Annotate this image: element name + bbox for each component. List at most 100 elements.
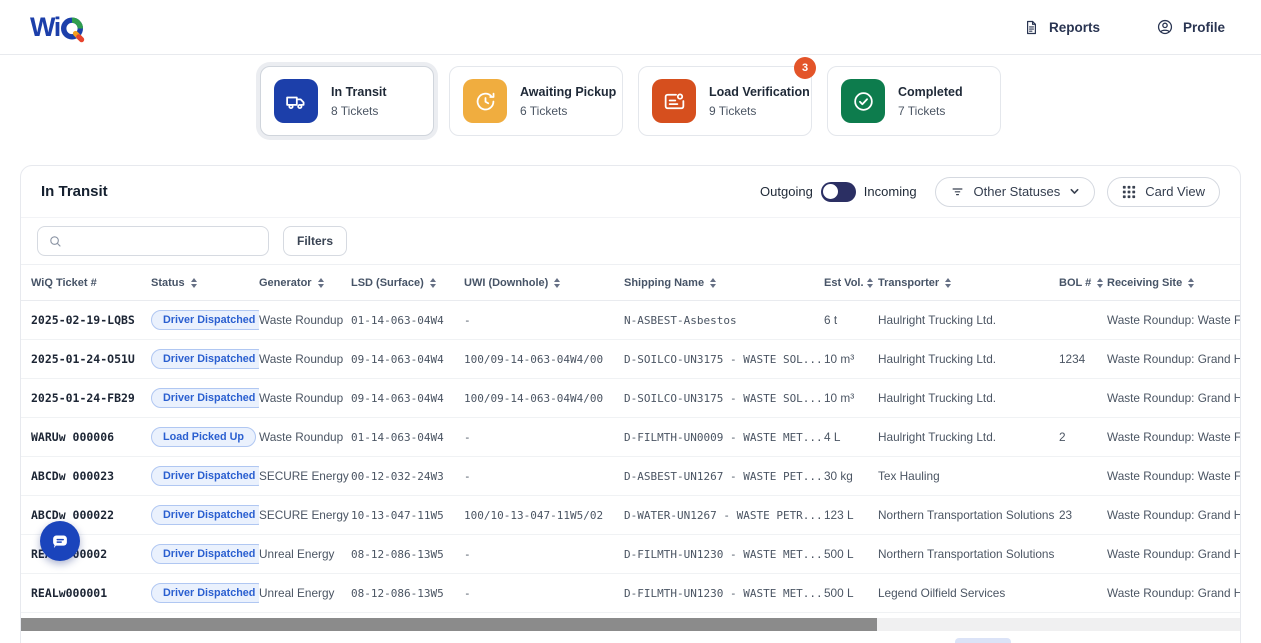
- column-header-label: BOL #: [1059, 276, 1092, 289]
- other-statuses-button[interactable]: Other Statuses: [934, 176, 1096, 207]
- cell-generator: SECURE Energy: [259, 469, 349, 483]
- column-header[interactable]: Transporter: [878, 277, 1059, 289]
- card-count: 9 Tickets: [709, 103, 757, 118]
- table-row[interactable]: ABCDw 000023 Driver Dispatched SECURE En…: [21, 457, 1240, 496]
- column-header[interactable]: BOL #: [1059, 277, 1107, 289]
- cell-lsd: 00-12-032-24W3: [351, 469, 444, 483]
- cell-ticket: REALw000001: [31, 586, 108, 600]
- cell-status: Driver Dispatched: [151, 310, 259, 330]
- card-label: Completed: [898, 84, 963, 99]
- profile-nav-item[interactable]: Profile: [1156, 18, 1225, 36]
- card-count: 7 Tickets: [898, 103, 946, 118]
- grid-view-icon: [1123, 185, 1136, 198]
- sort-icon: [554, 277, 561, 288]
- column-header: WiQ Ticket #: [31, 277, 151, 289]
- cell-uwi: -: [464, 547, 471, 561]
- column-header[interactable]: LSD (Surface): [351, 277, 464, 289]
- table-row[interactable]: REALw000001 Driver Dispatched Unreal Ene…: [21, 574, 1240, 613]
- horizontal-scrollbar-track[interactable]: [21, 618, 1240, 631]
- cell-transporter: Legend Oilfield Services: [878, 586, 1006, 600]
- reports-icon: [1026, 20, 1036, 34]
- sort-icon: [945, 277, 952, 288]
- column-header-label: Status: [151, 276, 185, 289]
- reports-nav-item[interactable]: Reports: [1023, 19, 1100, 36]
- cell-transporter: Haulright Trucking Ltd.: [878, 430, 997, 444]
- column-header[interactable]: Est Vol.: [824, 277, 878, 289]
- top-nav: Reports Profile: [1023, 18, 1225, 36]
- table-row[interactable]: WARUw 000006 Load Picked Up Waste Roundu…: [21, 418, 1240, 457]
- card-count: 8 Tickets: [331, 103, 379, 118]
- column-header-label: Generator: [259, 276, 312, 289]
- clock-history-icon: [463, 79, 507, 123]
- card-completed[interactable]: Completed 7 Tickets: [827, 66, 1001, 136]
- profile-icon: [1157, 19, 1173, 35]
- cell-uwi: -: [464, 469, 471, 483]
- horizontal-scrollbar-thumb[interactable]: [21, 618, 877, 631]
- cell-bol: 1234: [1059, 352, 1086, 366]
- cell-shipping-name: D-WATER-UN1267 - WASTE PETR...: [624, 508, 823, 522]
- direction-toggle[interactable]: [820, 181, 856, 202]
- column-header[interactable]: Status: [151, 277, 259, 289]
- cell-lsd: 09-14-063-04W4: [351, 352, 444, 366]
- cell-status: Driver Dispatched: [151, 505, 259, 525]
- card-in-transit[interactable]: In Transit 8 Tickets: [260, 66, 434, 136]
- cell-shipping-name: D-FILMTH-UN1230 - WASTE MET...: [624, 586, 823, 600]
- table-row[interactable]: ABCDw 000022 Driver Dispatched SECURE En…: [21, 496, 1240, 535]
- page-title: In Transit: [41, 183, 108, 200]
- cell-uwi: -: [464, 430, 471, 444]
- card-label: Load Verification: [709, 84, 810, 99]
- panel-header: In Transit Outgoing Incoming Other Statu…: [21, 166, 1240, 218]
- cell-est-vol: 6 t: [824, 313, 838, 327]
- filters-button[interactable]: Filters: [283, 226, 348, 256]
- cell-generator: SECURE Energy: [259, 508, 349, 522]
- column-header[interactable]: UWI (Downhole): [464, 277, 624, 289]
- search-input[interactable]: [70, 234, 258, 248]
- cell-ticket: 2025-01-24-O51U: [31, 352, 135, 366]
- ticket-summary-cards: In Transit 8 Tickets Awaiting Pickup 6 T…: [0, 57, 1261, 136]
- cell-generator: Waste Roundup: [259, 430, 344, 444]
- card-view-button[interactable]: Card View: [1107, 176, 1220, 207]
- cell-generator: Unreal Energy: [259, 586, 335, 600]
- cell-generator: Waste Roundup: [259, 391, 344, 405]
- cell-receiving-site: Waste Roundup: Grand Hav: [1107, 391, 1241, 405]
- profile-label: Profile: [1182, 19, 1225, 35]
- wiq-logo: WiQ Wi: [30, 10, 86, 45]
- reports-label: Reports: [1048, 19, 1100, 35]
- cell-shipping-name: D-FILMTH-UN0009 - WASTE MET...: [624, 430, 823, 444]
- column-header[interactable]: Receiving Site: [1107, 277, 1240, 289]
- chat-launcher-button[interactable]: [40, 521, 80, 561]
- cell-uwi: 100/10-13-047-11W5/02: [464, 508, 604, 522]
- toggle-knob: [823, 184, 839, 199]
- cell-transporter: Haulright Trucking Ltd.: [878, 313, 997, 327]
- column-header-label: Transporter: [878, 276, 940, 289]
- filter-lines-icon: [952, 188, 963, 196]
- card-load-verification[interactable]: 3 Load Verification 9 Tickets: [638, 57, 816, 136]
- table-row[interactable]: 2025-02-19-LQBS Driver Dispatched Waste …: [21, 301, 1240, 340]
- table-row[interactable]: REALw000002 Driver Dispatched Unreal Ene…: [21, 535, 1240, 574]
- cell-uwi: 100/09-14-063-04W4/00: [464, 352, 604, 366]
- column-header-label: UWI (Downhole): [464, 276, 549, 289]
- card-awaiting-pickup[interactable]: Awaiting Pickup 6 Tickets: [449, 66, 623, 136]
- cell-lsd: 01-14-063-04W4: [351, 313, 444, 327]
- notification-badge: 3: [794, 57, 816, 79]
- cell-bol: 23: [1059, 508, 1073, 522]
- cell-est-vol: 500 L: [824, 547, 854, 561]
- cell-lsd: 08-12-086-13W5: [351, 586, 444, 600]
- table-row[interactable]: 2025-01-24-FB29 Driver Dispatched Waste …: [21, 379, 1240, 418]
- cell-est-vol: 123 L: [824, 508, 854, 522]
- cell-shipping-name: N-ASBEST-Asbestos: [624, 313, 737, 327]
- column-header-label: LSD (Surface): [351, 276, 424, 289]
- in-transit-panel: In Transit Outgoing Incoming Other Statu…: [20, 165, 1241, 643]
- pagination-partial[interactable]: [955, 638, 1011, 643]
- chevron-down-icon: [1070, 188, 1079, 194]
- cell-shipping-name: D-SOILCO-UN3175 - WASTE SOL...: [624, 391, 823, 405]
- cell-shipping-name: D-SOILCO-UN3175 - WASTE SOL...: [624, 352, 823, 366]
- cell-uwi: -: [464, 586, 471, 600]
- cell-uwi: -: [464, 313, 471, 327]
- table-row[interactable]: 2025-01-24-O51U Driver Dispatched Waste …: [21, 340, 1240, 379]
- cell-transporter: Haulright Trucking Ltd.: [878, 391, 997, 405]
- column-header[interactable]: Generator: [259, 277, 351, 289]
- toggle-label-outgoing: Outgoing: [760, 184, 813, 199]
- cell-est-vol: 30 kg: [824, 469, 853, 483]
- column-header[interactable]: Shipping Name: [624, 277, 824, 289]
